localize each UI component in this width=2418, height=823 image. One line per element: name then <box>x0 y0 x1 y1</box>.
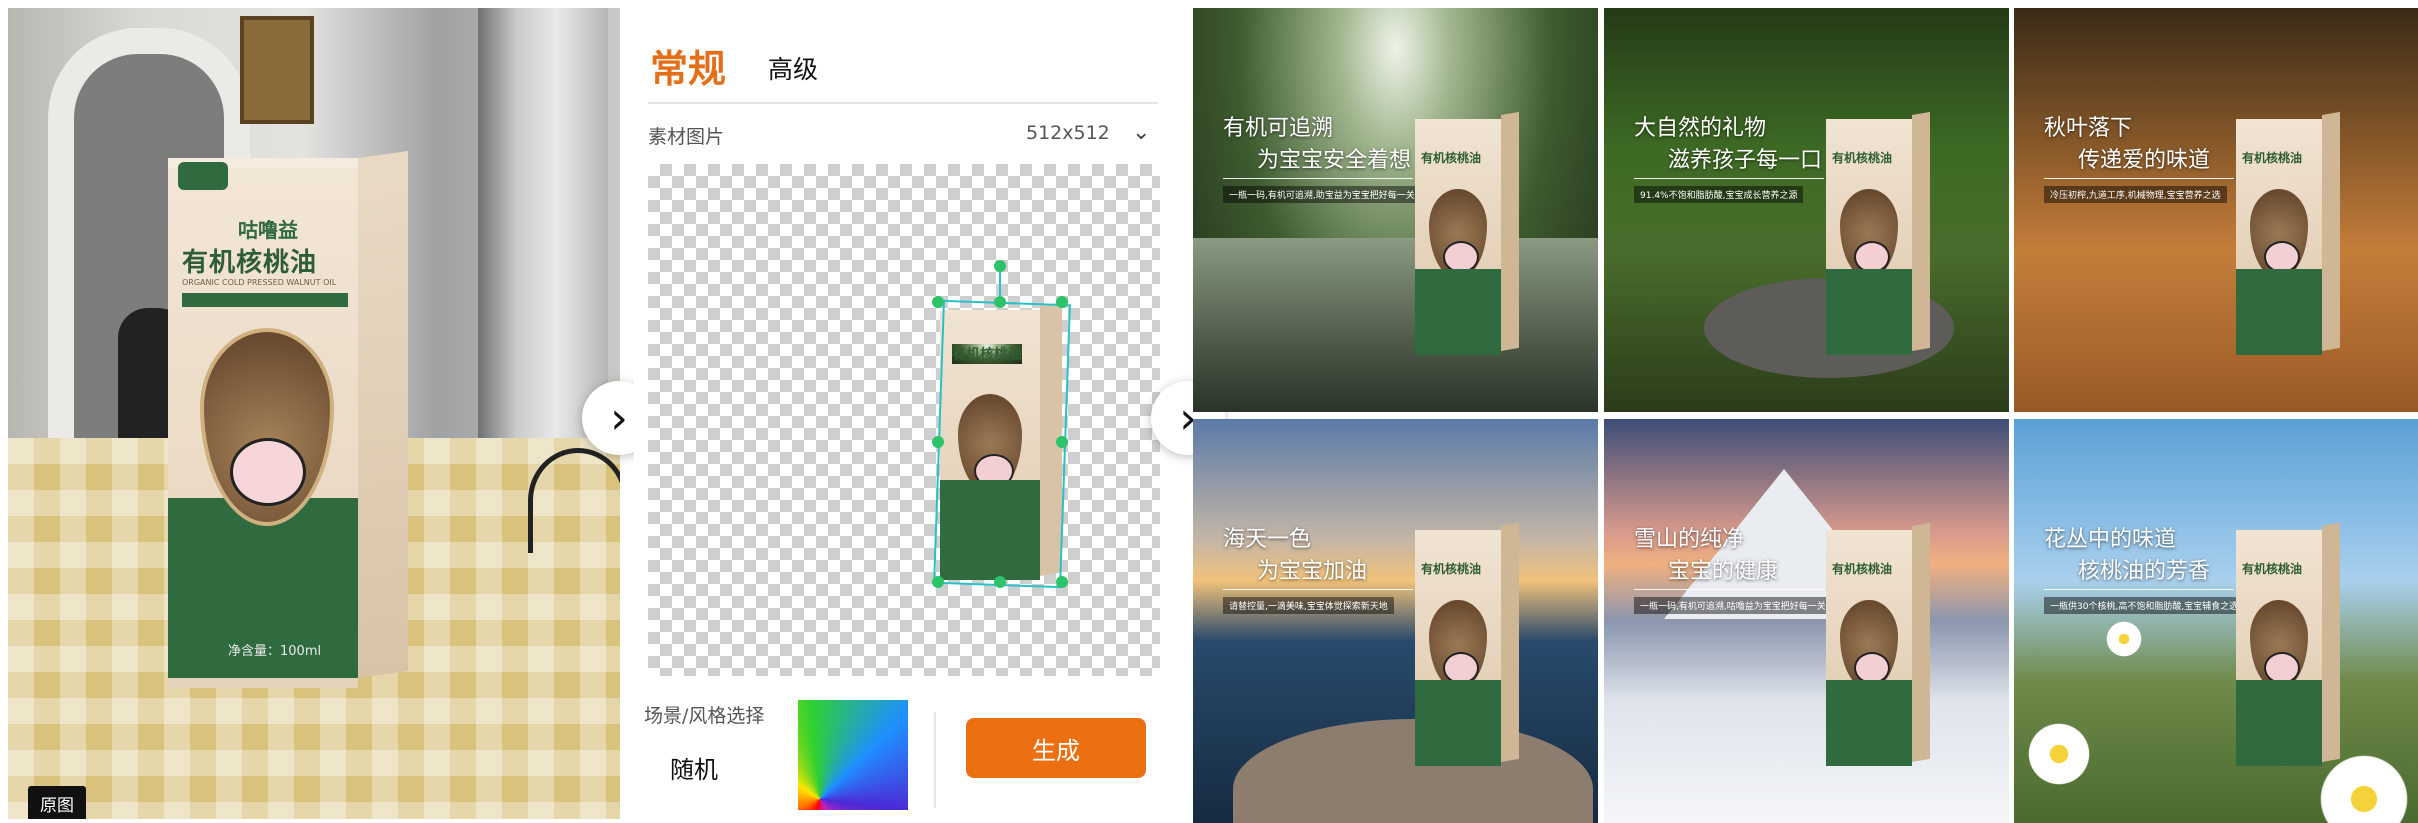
result-product-name: 有机核桃油 <box>2242 151 2303 165</box>
original-badge: 原图 <box>28 786 86 819</box>
box-ribbon <box>182 293 348 307</box>
box-english-name: ORGANIC COLD PRESSED WALNUT OIL <box>182 278 337 287</box>
result-subtitle: 请替控量,一滴美味,宝宝体觉探索新天地 <box>1223 597 1394 614</box>
result-product-name: 有机核桃油 <box>1421 151 1482 165</box>
result-product-name: 有机核桃油 <box>2242 562 2303 576</box>
result-headline-1: 大自然的礼物 <box>1634 116 1767 141</box>
size-select[interactable]: 512x512 <box>1026 122 1110 144</box>
result-product: 有机核桃油 <box>2236 522 2340 770</box>
rotate-handle[interactable] <box>994 260 1006 272</box>
result-product: 有机核桃油 <box>1826 111 1930 359</box>
resize-handle[interactable] <box>932 296 944 308</box>
result-headline-2: 传递爱的味道 <box>2078 148 2211 173</box>
result-product-name: 有机核桃油 <box>1832 151 1893 165</box>
scene-rock <box>1233 719 1593 823</box>
result-headline-1: 花丛中的味道 <box>2044 527 2177 552</box>
result-headline-2: 滋养孩子每一口 <box>1668 148 1823 173</box>
result-product: 有机核桃油 <box>1826 522 1930 770</box>
resize-handle[interactable] <box>1056 436 1068 448</box>
box-product-name: 有机核桃油 <box>182 248 318 278</box>
box-brand: 咕噜益 <box>238 218 298 242</box>
result-headline-1: 雪山的纯净 <box>1634 527 1745 552</box>
scene-flower <box>2024 719 2094 789</box>
tab-advanced[interactable]: 高级 <box>768 50 818 86</box>
scene-style-label: 场景/风格选择 <box>644 705 765 727</box>
result-headline-2: 核桃油的芳香 <box>2078 559 2211 584</box>
result-product: 有机核桃油 <box>1415 111 1519 359</box>
result-headline-2: 为宝宝加油 <box>1257 559 1368 584</box>
vertical-divider <box>934 712 936 808</box>
resize-handle[interactable] <box>932 436 944 448</box>
resize-handle[interactable] <box>1056 576 1068 588</box>
result-image[interactable]: 大自然的礼物 滋养孩子每一口 91.4%不饱和脂肪酸,宝宝成长营养之源 有机核桃… <box>1604 8 2009 412</box>
box-mascot-face <box>230 438 306 506</box>
box-volume: 净含量：100ml <box>228 644 322 659</box>
resize-handle[interactable] <box>994 576 1006 588</box>
original-photo: 咕噜益 有机核桃油 ORGANIC COLD PRESSED WALNUT OI… <box>8 8 620 819</box>
result-product-name: 有机核桃油 <box>1832 562 1893 576</box>
material-image-label: 素材图片 <box>648 126 725 148</box>
scene-random-option[interactable]: 随机 <box>670 750 718 785</box>
generate-button[interactable]: 生成 <box>966 718 1146 778</box>
result-subtitle: 冷压初榨,九道工序,机械物理,宝宝营养之选 <box>2044 186 2227 203</box>
selection-box[interactable] <box>933 299 1071 589</box>
result-image[interactable]: 雪山的纯净 宝宝的健康 一瓶一码,有机可追溯,咕噜益为宝宝把好每一关 有机核桃油 <box>1604 419 2009 823</box>
result-product-name: 有机核桃油 <box>1421 562 1482 576</box>
product-box: 咕噜益 有机核桃油 ORGANIC COLD PRESSED WALNUT OI… <box>168 150 408 688</box>
result-product: 有机核桃油 <box>1415 522 1519 770</box>
result-headline-1: 秋叶落下 <box>2044 116 2133 141</box>
result-headline-2: 宝宝的健康 <box>1668 559 1779 584</box>
chair-back <box>528 448 620 553</box>
resize-handle[interactable] <box>1056 296 1068 308</box>
result-headline-2: 为宝宝安全着想 <box>1257 148 1412 173</box>
wall-frame <box>240 16 314 124</box>
scene-water <box>1193 238 1598 412</box>
tab-regular[interactable]: 常规 <box>650 38 726 93</box>
result-product: 有机核桃油 <box>2236 111 2340 359</box>
resize-handle[interactable] <box>994 296 1006 308</box>
result-subtitle: 一瓶一码,有机可追溯,咕噜益为宝宝把好每一关 <box>1634 597 1832 614</box>
style-thumbnail[interactable] <box>798 700 908 810</box>
result-headline-1: 有机可追溯 <box>1223 116 1334 141</box>
result-headline-1: 海天一色 <box>1223 527 1312 552</box>
result-subtitle: 一瓶供30个核桃,高不饱和脂肪酸,宝宝辅食之选 <box>2044 597 2245 614</box>
material-canvas[interactable]: 有机核桃油 <box>648 164 1160 676</box>
config-panel: 常规 高级 素材图片 512x512 ⌄ 有机核桃油 场景/风格选择 随机 生成 <box>634 8 1186 819</box>
result-image[interactable]: 有机可追溯 为宝宝安全着想 一瓶一码,有机可追溯,助宝益为宝宝把好每一关 有机核… <box>1193 8 1598 412</box>
scene-flower <box>2104 619 2144 659</box>
chevron-down-icon[interactable]: ⌄ <box>1132 120 1150 145</box>
result-image[interactable]: 秋叶落下 传递爱的味道 冷压初榨,九道工序,机械物理,宝宝营养之选 有机核桃油 <box>2014 8 2418 412</box>
brand-logo <box>178 162 228 190</box>
result-subtitle: 91.4%不饱和脂肪酸,宝宝成长营养之源 <box>1634 186 1804 203</box>
divider <box>648 102 1158 104</box>
result-subtitle: 一瓶一码,有机可追溯,助宝益为宝宝把好每一关 <box>1223 186 1421 203</box>
result-image[interactable]: 花丛中的味道 核桃油的芳香 一瓶供30个核桃,高不饱和脂肪酸,宝宝辅食之选 有机… <box>2014 419 2418 823</box>
resize-handle[interactable] <box>932 576 944 588</box>
result-image[interactable]: 海天一色 为宝宝加油 请替控量,一滴美味,宝宝体觉探索新天地 有机核桃油 <box>1193 419 1598 823</box>
